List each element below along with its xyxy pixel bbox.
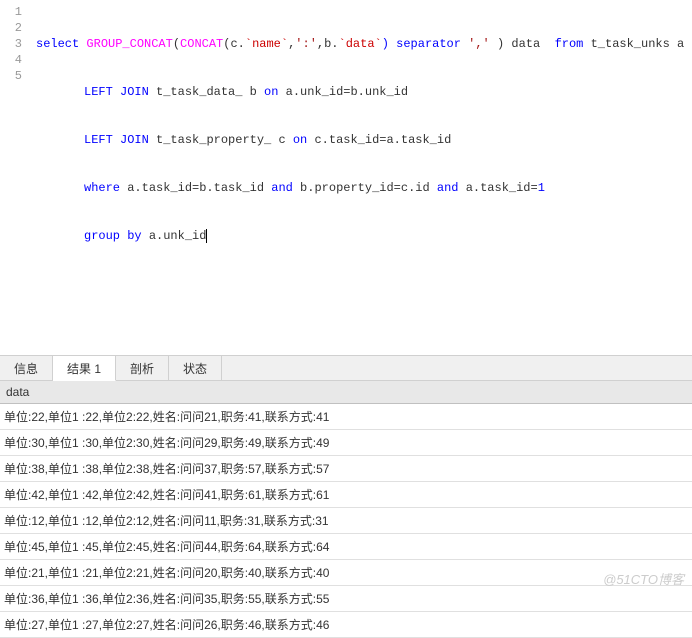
line-number: 2 [0, 20, 22, 36]
column-header-data[interactable]: data [0, 381, 692, 404]
code-content[interactable]: select GROUP_CONCAT(CONCAT(c.`name`,':',… [30, 0, 692, 355]
table-row[interactable]: 单位:45,单位1 :45,单位2:45,姓名:问问44,职务:64,联系方式:… [0, 534, 692, 560]
text-cursor [206, 229, 207, 243]
tab-info[interactable]: 信息 [0, 356, 53, 380]
table-row[interactable]: 单位:36,单位1 :36,单位2:36,姓名:问问35,职务:55,联系方式:… [0, 586, 692, 612]
table-row[interactable]: 单位:27,单位1 :27,单位2:27,姓名:问问26,职务:46,联系方式:… [0, 612, 692, 638]
code-line: select GROUP_CONCAT(CONCAT(c.`name`,':',… [36, 36, 692, 52]
line-number: 4 [0, 52, 22, 68]
code-line: where a.task_id=b.task_id and b.property… [36, 180, 692, 196]
tab-profile[interactable]: 剖析 [116, 356, 169, 380]
code-line: LEFT JOIN t_task_data_ b on a.unk_id=b.u… [36, 84, 692, 100]
sql-editor[interactable]: 1 2 3 4 5 select GROUP_CONCAT(CONCAT(c.`… [0, 0, 692, 355]
table-row[interactable]: 单位:21,单位1 :21,单位2:21,姓名:问问20,职务:40,联系方式:… [0, 560, 692, 586]
line-number: 5 [0, 68, 22, 84]
result-tabs: 信息 结果 1 剖析 状态 [0, 355, 692, 381]
tab-result-1[interactable]: 结果 1 [53, 356, 116, 381]
table-row[interactable]: 单位:42,单位1 :42,单位2:42,姓名:问问41,职务:61,联系方式:… [0, 482, 692, 508]
tab-status[interactable]: 状态 [169, 356, 222, 380]
table-row[interactable]: 单位:12,单位1 :12,单位2:12,姓名:问问11,职务:31,联系方式:… [0, 508, 692, 534]
code-line: LEFT JOIN t_task_property_ c on c.task_i… [36, 132, 692, 148]
table-row[interactable]: 单位:30,单位1 :30,单位2:30,姓名:问问29,职务:49,联系方式:… [0, 430, 692, 456]
line-number-gutter: 1 2 3 4 5 [0, 0, 30, 355]
code-line: group by a.unk_id [36, 228, 692, 244]
results-grid[interactable]: data 单位:22,单位1 :22,单位2:22,姓名:问问21,职务:41,… [0, 381, 692, 638]
line-number: 3 [0, 36, 22, 52]
watermark-text: @51CTO博客 [603, 569, 684, 588]
table-row[interactable]: 单位:22,单位1 :22,单位2:22,姓名:问问21,职务:41,联系方式:… [0, 404, 692, 430]
line-number: 1 [0, 4, 22, 20]
table-row[interactable]: 单位:38,单位1 :38,单位2:38,姓名:问问37,职务:57,联系方式:… [0, 456, 692, 482]
